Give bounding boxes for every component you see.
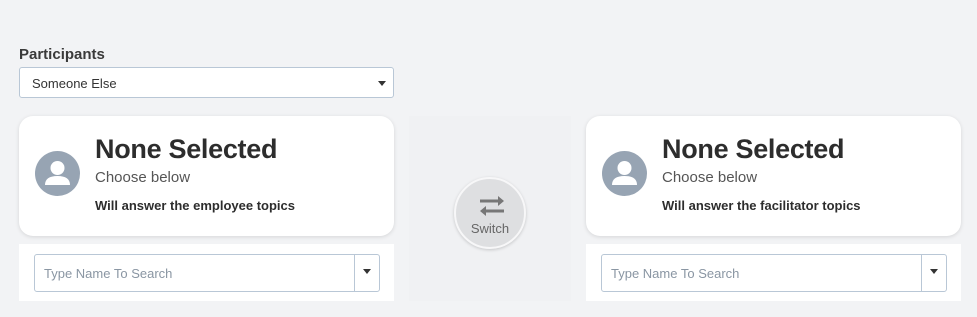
avatar-placeholder-icon (35, 151, 80, 196)
facilitator-search-panel (586, 244, 961, 301)
facilitator-subtitle: Choose below (662, 169, 758, 186)
facilitator-name: None Selected (662, 134, 845, 164)
employee-search-box (34, 254, 380, 292)
chevron-down-icon (363, 269, 371, 274)
facilitator-search-dropdown-button[interactable] (921, 255, 946, 291)
employee-subtitle: Choose below (95, 169, 191, 186)
facilitator-search-box (601, 254, 947, 292)
employee-name: None Selected (95, 134, 278, 164)
participants-label: Participants (19, 46, 105, 63)
chevron-down-icon (930, 269, 938, 274)
switch-label: Switch (470, 221, 510, 236)
facilitator-role: Will answer the facilitator topics (662, 198, 861, 213)
facilitator-search-input[interactable] (602, 255, 922, 291)
swap-arrows-icon (480, 196, 504, 216)
employee-search-input[interactable] (35, 255, 355, 291)
employee-card: None Selected Choose below Will answer t… (19, 116, 394, 236)
employee-search-panel (19, 244, 394, 301)
switch-panel: Switch (409, 116, 571, 301)
employee-search-dropdown-button[interactable] (354, 255, 379, 291)
participants-select[interactable]: Someone Else (19, 67, 394, 98)
chevron-down-icon (378, 81, 386, 86)
participants-select-value: Someone Else (32, 76, 117, 91)
switch-button[interactable]: Switch (454, 177, 526, 249)
employee-role: Will answer the employee topics (95, 198, 295, 213)
facilitator-card: None Selected Choose below Will answer t… (586, 116, 961, 236)
avatar-placeholder-icon (602, 151, 647, 196)
